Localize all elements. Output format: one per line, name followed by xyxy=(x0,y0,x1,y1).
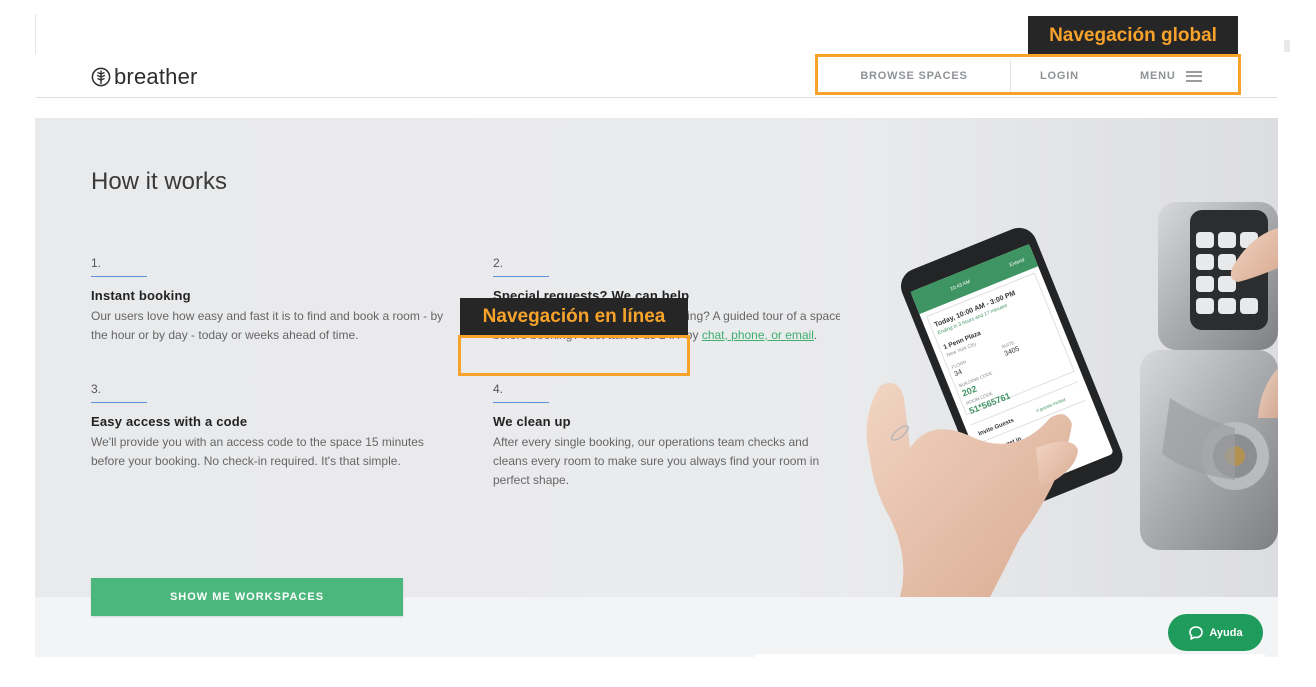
brand-logo[interactable]: breather xyxy=(91,64,198,90)
annotation-global-nav-box xyxy=(815,54,1241,95)
step-divider xyxy=(91,402,147,403)
step-divider xyxy=(493,276,549,277)
step-number: 3. xyxy=(91,382,102,396)
annotation-global-nav-label: Navegación global xyxy=(1028,16,1238,55)
step-number: 4. xyxy=(493,382,504,396)
help-label: Ayuda xyxy=(1209,626,1243,639)
step-instant-booking: 1. Instant booking Our users love how ea… xyxy=(91,256,446,345)
section-title: How it works xyxy=(91,168,228,195)
step-number: 1. xyxy=(91,256,102,270)
step-description-end: . xyxy=(813,328,818,342)
contact-link[interactable]: chat, phone, or email xyxy=(702,328,814,342)
step-number: 2. xyxy=(493,256,504,270)
chat-bubble-icon xyxy=(1189,625,1204,640)
page-edge-right xyxy=(1284,40,1290,52)
step-description: We'll provide you with an access code to… xyxy=(91,435,424,468)
step-title: Easy access with a code xyxy=(91,414,248,429)
footer-divider xyxy=(755,654,1265,657)
step-description: Our users love how easy and fast it is t… xyxy=(91,309,444,342)
help-chat-button[interactable]: Ayuda xyxy=(1168,614,1263,651)
step-title: Instant booking xyxy=(91,288,191,303)
step-title: We clean up xyxy=(493,414,571,429)
step-clean-up: 4. We clean up After every single bookin… xyxy=(493,382,843,490)
annotation-inline-nav-label: Navegación en línea xyxy=(460,298,688,336)
page-edge-left xyxy=(35,14,36,54)
step-divider xyxy=(493,402,549,403)
step-easy-access: 3. Easy access with a code We'll provide… xyxy=(91,382,446,471)
hero-photo: Today, 10:00 AM - 3:00 PM Ending in 3 ho… xyxy=(840,118,1278,597)
show-workspaces-button[interactable]: SHOW ME WORKSPACES xyxy=(91,578,403,616)
tree-leaf-icon xyxy=(91,67,111,87)
step-divider xyxy=(91,276,147,277)
annotation-inline-nav-box xyxy=(458,335,690,376)
brand-name: breather xyxy=(114,64,198,89)
step-description: After every single booking, our operatio… xyxy=(493,435,820,487)
